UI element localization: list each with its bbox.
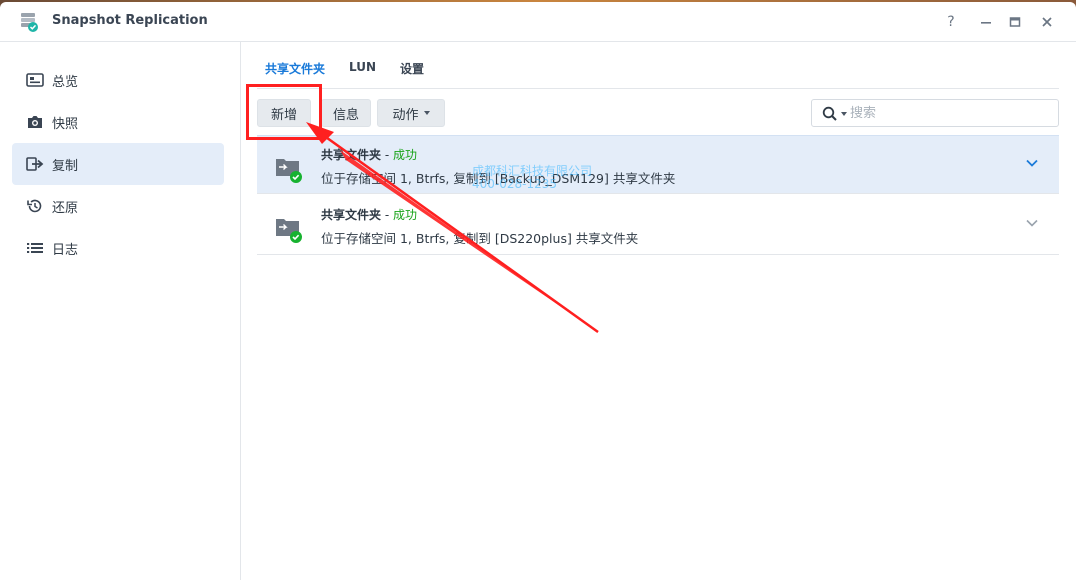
minimize-button[interactable]	[975, 11, 997, 33]
replication-task-row[interactable]: 共享文件夹 - 成功 位于存储空间 1, Btrfs, 复制到 [DS220pl…	[257, 196, 1059, 255]
replication-icon	[26, 157, 44, 171]
maximize-button[interactable]	[1004, 11, 1026, 33]
sidebar-item-label: 日志	[52, 243, 79, 258]
sidebar-item-overview[interactable]: 总览	[12, 59, 224, 101]
row-separator: -	[381, 208, 393, 222]
row-title-line: 共享文件夹 - 成功	[321, 146, 417, 163]
replication-task-row[interactable]: 共享文件夹 - 成功 位于存储空间 1, Btrfs, 复制到 [Backup_…	[257, 135, 1059, 194]
sidebar-item-label: 快照	[52, 117, 79, 132]
sidebar-item-label: 总览	[52, 75, 79, 90]
info-button[interactable]: 信息	[321, 99, 371, 127]
action-button-label: 动作	[392, 107, 419, 123]
help-button[interactable]: ?	[940, 11, 962, 33]
chevron-down-icon[interactable]	[1025, 218, 1039, 228]
action-dropdown-button[interactable]: 动作	[377, 99, 445, 127]
title-bar: Snapshot Replication ?	[0, 2, 1076, 42]
sidebar-item-restore[interactable]: 还原	[12, 185, 224, 227]
caret-down-icon	[423, 111, 430, 115]
sidebar-item-label: 还原	[52, 201, 79, 216]
shared-folder-success-icon	[276, 219, 302, 243]
tab-shared-folder[interactable]: 共享文件夹	[265, 60, 325, 77]
sidebar-item-replication[interactable]: 复制	[12, 143, 224, 185]
tab-divider	[257, 88, 1059, 89]
camera-icon	[28, 116, 42, 128]
search-input[interactable]	[850, 103, 1050, 123]
maximize-icon	[1009, 17, 1021, 27]
restore-icon	[27, 199, 42, 213]
row-title-line: 共享文件夹 - 成功	[321, 206, 417, 223]
close-icon	[1042, 17, 1052, 27]
sidebar-item-log[interactable]: 日志	[12, 227, 224, 269]
row-type: 共享文件夹	[321, 148, 382, 162]
annotation-highlight-box	[246, 84, 322, 140]
watermark-phone: 400-028-1235	[472, 177, 558, 191]
search-box[interactable]	[811, 99, 1059, 127]
snapshot-replication-app-icon	[21, 13, 38, 32]
row-type: 共享文件夹	[321, 208, 382, 222]
chevron-down-icon[interactable]	[1025, 158, 1039, 168]
overview-icon	[26, 73, 44, 87]
minimize-icon	[981, 22, 991, 24]
sidebar-item-label: 复制	[52, 159, 79, 174]
search-filter-caret-icon[interactable]	[841, 112, 847, 116]
row-description: 位于存储空间 1, Btrfs, 复制到 [DS220plus] 共享文件夹	[321, 231, 639, 246]
window-title: Snapshot Replication	[52, 13, 208, 28]
shared-folder-success-icon	[276, 159, 302, 183]
app-window: Snapshot Replication ? 总览 快照 复制 还原 日志 共享…	[0, 2, 1076, 580]
log-icon	[27, 243, 43, 253]
sidebar: 总览 快照 复制 还原 日志	[0, 42, 241, 580]
search-icon	[822, 106, 837, 121]
tab-lun[interactable]: LUN	[349, 60, 376, 74]
row-separator: -	[381, 148, 393, 162]
row-status: 成功	[392, 148, 417, 162]
row-status: 成功	[392, 208, 417, 222]
close-button[interactable]	[1036, 11, 1058, 33]
sidebar-item-snapshots[interactable]: 快照	[12, 101, 224, 143]
tab-settings[interactable]: 设置	[400, 60, 424, 77]
